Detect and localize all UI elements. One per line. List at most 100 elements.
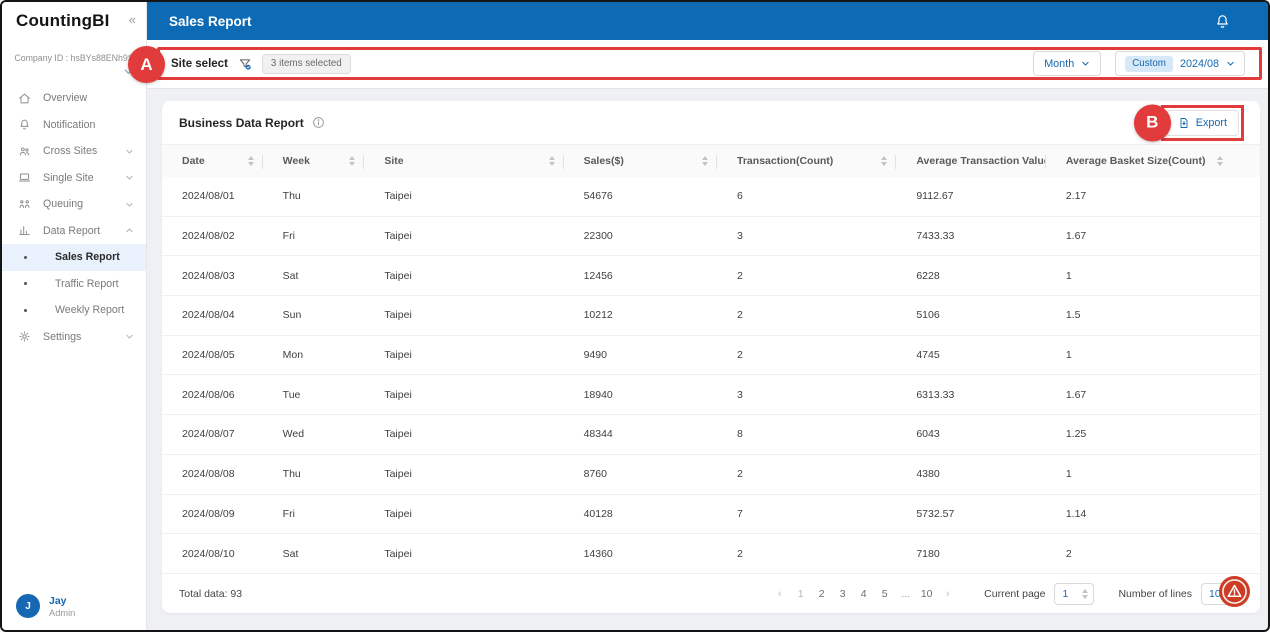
- sort-icon[interactable]: [543, 156, 555, 166]
- table-footer: Total data: 93 ‹ 1 2 3 4 5... 10 › Current page…: [162, 574, 1260, 613]
- table-cell-average-basket-size-count: 2.17: [1065, 190, 1087, 203]
- sort-icon[interactable]: [875, 156, 888, 166]
- sidebar-item-overview[interactable]: Overview: [2, 85, 146, 112]
- sort-icon[interactable]: [696, 156, 709, 166]
- table-cell-transaction-count: 8: [737, 428, 743, 441]
- sidebar-item-label: Cross Sites: [43, 145, 98, 158]
- notification-bell-icon[interactable]: [1214, 13, 1231, 30]
- chevron-down-icon: [125, 332, 134, 341]
- date-range-picker[interactable]: Custom 2024/08: [1115, 51, 1245, 76]
- top-header: Sales Report: [147, 2, 1268, 40]
- pagination-next-icon[interactable]: ›: [937, 588, 958, 600]
- table-cell-average-basket-size-count: 1.14: [1065, 507, 1087, 520]
- table-cell-site: Taipei: [384, 230, 412, 243]
- table-cell-transaction-count: 2: [737, 309, 743, 322]
- table-cell-site: Taipei: [384, 468, 412, 481]
- table-cell-average-transaction-value: 6043: [916, 428, 940, 441]
- pagination-page-2[interactable]: 2: [811, 588, 832, 600]
- chevron-up-icon: [125, 226, 134, 235]
- table-cell-transaction-count: 7: [737, 507, 743, 520]
- table-cell-week: Thu: [282, 468, 301, 481]
- table-cell-average-transaction-value: 5106: [916, 309, 940, 322]
- pagination-page-4[interactable]: 4: [853, 588, 874, 600]
- table-cell-sales: 22300: [583, 230, 613, 243]
- chevron-down-icon: [1227, 61, 1234, 66]
- table-cell-date: 2024/08/04: [182, 309, 235, 322]
- table-cell-site: Taipei: [384, 428, 412, 441]
- table-cell-sales: 9490: [583, 349, 607, 362]
- column-header-week: Week: [263, 145, 365, 177]
- sidebar-item-cross-sites[interactable]: Cross Sites: [2, 138, 146, 165]
- pagination-page-5[interactable]: 5: [874, 588, 895, 600]
- avatar: J: [16, 594, 40, 618]
- info-icon[interactable]: [312, 116, 325, 129]
- table-row: 2024/08/03 Sat Taipei 12456 2 6228 1: [162, 256, 1260, 297]
- pagination-prev-icon[interactable]: ‹: [769, 588, 790, 600]
- user-profile[interactable]: J Jay Admin: [16, 594, 75, 618]
- table-cell-date: 2024/08/05: [182, 349, 235, 362]
- table-row: 2024/08/07 Wed Taipei 48344 8 6043 1.25: [162, 415, 1260, 455]
- sidebar-item-label: Single Site: [43, 171, 94, 184]
- sidebar-item-traffic-report[interactable]: Traffic Report: [2, 271, 146, 298]
- sidebar-item-queuing[interactable]: Queuing: [2, 191, 146, 218]
- table-cell-date: 2024/08/01: [182, 190, 235, 203]
- annotation-circle-b: B: [1133, 104, 1171, 141]
- table-cell-average-basket-size-count: 1.5: [1065, 309, 1081, 322]
- sidebar-item-notification[interactable]: Notification: [2, 112, 146, 139]
- sidebar-item-label: Notification: [43, 118, 96, 131]
- column-header-transaction-count: Transaction(Count): [717, 145, 897, 177]
- sidebar-item-weekly-report[interactable]: Weekly Report: [2, 297, 146, 324]
- sort-icon[interactable]: [1211, 156, 1224, 166]
- total-data-label: Total data: 93: [179, 587, 243, 600]
- column-header-label: Transaction(Count): [737, 155, 834, 167]
- period-dropdown[interactable]: Month: [1033, 51, 1102, 76]
- table-cell-sales: 10212: [583, 309, 613, 322]
- column-header-label: Date: [182, 155, 205, 167]
- home-icon: [18, 92, 31, 105]
- sort-icon[interactable]: [343, 156, 356, 166]
- table-cell-average-transaction-value: 6228: [916, 269, 940, 282]
- table-cell-date: 2024/08/08: [182, 468, 235, 481]
- table-cell-date: 2024/08/02: [182, 230, 235, 243]
- table-body: 2024/08/01 Thu Taipei 54676 6 9112.67 2.17 2024…: [162, 177, 1260, 574]
- table-cell-average-transaction-value: 9112.67: [916, 190, 954, 203]
- column-header-label: Average Transaction Value($): [916, 155, 1045, 167]
- export-button[interactable]: Export: [1165, 109, 1239, 136]
- warning-alert-button[interactable]: [1219, 576, 1250, 607]
- pagination-page-10[interactable]: 10: [916, 588, 937, 600]
- table-cell-week: Wed: [282, 428, 305, 441]
- pagination-page-1[interactable]: 1: [790, 588, 811, 600]
- table-cell-site: Taipei: [384, 547, 412, 560]
- bullet-icon: [24, 255, 27, 259]
- current-page-value: 1: [1062, 587, 1069, 600]
- table-row: 2024/08/01 Thu Taipei 54676 6 9112.67 2.17: [162, 177, 1260, 217]
- sidebar-item-sales-report[interactable]: Sales Report: [2, 244, 146, 271]
- sidebar-collapse-icon[interactable]: «: [129, 13, 136, 26]
- sidebar-item-settings[interactable]: Settings: [2, 324, 146, 351]
- table-cell-date: 2024/08/07: [182, 428, 235, 441]
- sidebar-item-label: Weekly Report: [55, 304, 125, 317]
- table-row: 2024/08/05 Mon Taipei 9490 2 4745 1: [162, 336, 1260, 376]
- table-cell-sales: 8760: [583, 468, 607, 481]
- stepper-icon[interactable]: [1082, 588, 1089, 599]
- table-cell-site: Taipei: [384, 190, 412, 203]
- table-cell-transaction-count: 2: [737, 547, 743, 560]
- funnel-filter-icon[interactable]: [238, 57, 252, 71]
- annotation-rect-a: Site select 3 items selected Month Custo…: [157, 47, 1262, 80]
- sidebar-item-data-report[interactable]: Data Report: [2, 218, 146, 245]
- app-window: CountingBI « Company ID : hsBYs88ENh9S O…: [0, 0, 1270, 632]
- annotation-circle-a: A: [128, 46, 165, 83]
- table-cell-week: Mon: [282, 349, 304, 362]
- table-cell-average-transaction-value: 5732.57: [916, 507, 955, 520]
- table-cell-week: Thu: [282, 190, 301, 203]
- table-cell-date: 2024/08/03: [182, 269, 235, 282]
- sidebar: CountingBI « Company ID : hsBYs88ENh9S O…: [2, 2, 147, 630]
- table-cell-average-basket-size-count: 1: [1065, 269, 1072, 282]
- export-icon: [1180, 117, 1188, 128]
- sort-icon[interactable]: [242, 156, 254, 166]
- table-cell-transaction-count: 2: [737, 349, 743, 362]
- pagination-page-3[interactable]: 3: [832, 588, 853, 600]
- current-page-input[interactable]: 1: [1054, 582, 1095, 605]
- table-cell-average-basket-size-count: 1: [1065, 468, 1072, 481]
- sidebar-item-single-site[interactable]: Single Site: [2, 165, 146, 192]
